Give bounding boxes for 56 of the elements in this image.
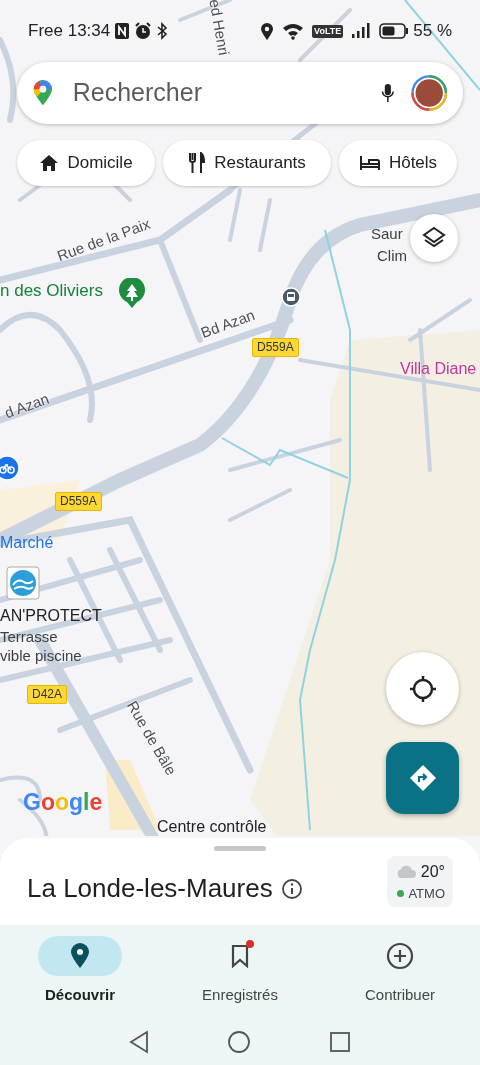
fork-knife-icon bbox=[188, 152, 207, 174]
street-label: d Azan bbox=[2, 390, 52, 422]
bed-icon bbox=[358, 155, 381, 171]
route-shield: D42A bbox=[27, 685, 68, 705]
alarm-icon bbox=[134, 22, 153, 40]
nav-tab[interactable]: Découvrir bbox=[10, 935, 150, 1008]
drag-handle[interactable] bbox=[214, 846, 266, 851]
location-icon bbox=[260, 22, 275, 40]
filter-chip[interactable]: Domicile bbox=[17, 140, 155, 186]
tree-icon[interactable] bbox=[118, 278, 146, 308]
place-title: La Londe-les-Maures bbox=[27, 872, 273, 905]
bicycle-icon[interactable] bbox=[0, 455, 20, 481]
place-label[interactable]: Saur bbox=[371, 226, 403, 243]
place-label[interactable]: vible piscine bbox=[0, 648, 82, 665]
search-bar[interactable]: Rechercher bbox=[17, 62, 463, 124]
network-type: VoLTE bbox=[312, 24, 344, 38]
battery-percentage: 55 % bbox=[413, 20, 452, 43]
place-label[interactable]: Centre contrôle bbox=[157, 818, 267, 836]
signal-icon bbox=[351, 23, 372, 39]
park-label[interactable]: n des Oliviers bbox=[0, 282, 103, 301]
crosshair-icon bbox=[407, 673, 438, 704]
back-icon[interactable] bbox=[129, 1029, 149, 1054]
place-label[interactable]: AN'PROTECT bbox=[0, 607, 102, 625]
weather-chip[interactable]: 20° ATMO bbox=[386, 855, 453, 908]
bluetooth-icon bbox=[156, 22, 169, 40]
nav-tab[interactable]: Contribuer bbox=[330, 935, 470, 1008]
recents-icon[interactable] bbox=[329, 1030, 351, 1053]
air-quality-dot bbox=[397, 890, 405, 897]
air-quality-label: ATMO bbox=[408, 884, 445, 903]
nav-tab[interactable]: Enregistrés bbox=[170, 935, 310, 1008]
place-label[interactable]: Marché bbox=[0, 534, 54, 552]
route-shield: D559A bbox=[252, 338, 299, 358]
google-logo: Google bbox=[23, 790, 103, 816]
home-icon bbox=[39, 154, 60, 172]
status-time: Free 13:34 bbox=[28, 20, 111, 43]
filter-chip[interactable]: Restaurants bbox=[163, 140, 331, 186]
place-label[interactable]: Villa Diane bbox=[400, 360, 477, 378]
search-field[interactable]: Rechercher bbox=[60, 68, 381, 118]
bookmark-icon bbox=[231, 944, 249, 968]
add-circle-icon bbox=[386, 942, 414, 970]
temperature: 20° bbox=[420, 861, 445, 882]
filter-chip[interactable]: Hôtels bbox=[339, 140, 457, 186]
bus-stop-icon[interactable] bbox=[281, 287, 301, 307]
wifi-icon bbox=[282, 22, 305, 40]
map-pin-icon bbox=[70, 943, 90, 969]
nfc-icon bbox=[114, 22, 131, 40]
place-label[interactable]: Clim bbox=[377, 248, 407, 265]
wave-logo-icon[interactable] bbox=[6, 566, 40, 600]
place-label[interactable]: Terrasse bbox=[0, 629, 58, 646]
directions-button[interactable] bbox=[386, 742, 459, 814]
route-shield: D559A bbox=[55, 492, 102, 512]
layers-button[interactable] bbox=[410, 214, 458, 262]
home-icon[interactable] bbox=[227, 1029, 251, 1054]
battery-icon bbox=[379, 23, 410, 39]
info-icon[interactable] bbox=[280, 877, 303, 900]
street-label: Rue de la Paix bbox=[55, 215, 153, 265]
